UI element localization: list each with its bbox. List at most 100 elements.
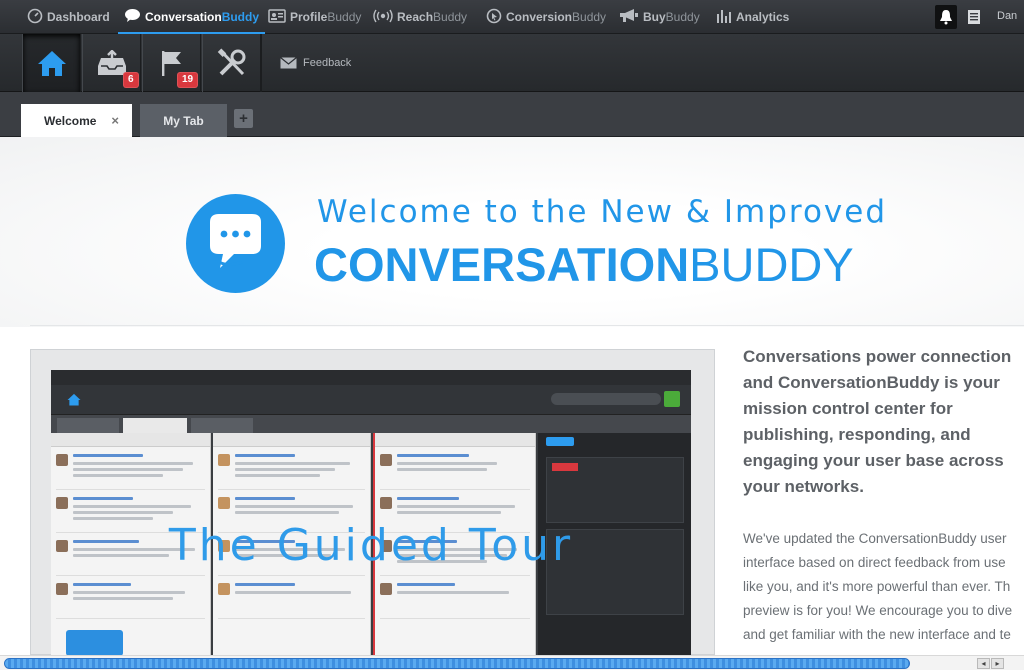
nav-label-bold: Reach xyxy=(397,10,434,24)
cursor-target-icon xyxy=(486,8,502,27)
tab-welcome[interactable]: Welcome × xyxy=(21,104,132,137)
preview-column-header xyxy=(51,433,210,447)
hero-brand-wordmark: CONVERSATIONBUDDY xyxy=(314,237,854,292)
preview-column-header xyxy=(213,433,370,447)
chat-bubble-icon xyxy=(124,8,141,26)
intro-lead-text: Conversations power connection and Conve… xyxy=(743,344,1024,500)
preview-post xyxy=(56,452,205,490)
nav-conversationbuddy[interactable]: Conversation Buddy xyxy=(117,0,266,34)
brand-light: BUDDY xyxy=(689,238,854,291)
preview-post xyxy=(218,581,365,619)
feedback-label: Feedback xyxy=(303,57,352,69)
brand-bold: CONVERSATION xyxy=(314,238,690,291)
lead-line: mission control center for xyxy=(743,399,953,418)
nav-label: Analytics xyxy=(736,10,790,24)
dashboard-icon xyxy=(27,8,43,27)
hero-divider xyxy=(30,325,1024,326)
tools-icon xyxy=(217,48,245,76)
nav-label-bold: Conversation xyxy=(145,10,222,24)
nav-label-lite: Buddy xyxy=(433,10,468,24)
toolbar-divider xyxy=(261,34,262,92)
welcome-content: Welcome to the New & Improved CONVERSATI… xyxy=(0,137,1024,655)
body-line: preview is for you! We encourage you to … xyxy=(743,603,1013,618)
nav-dashboard[interactable]: Dashboard xyxy=(27,0,110,34)
nav-reachbuddy[interactable]: Reach Buddy xyxy=(373,0,467,34)
notifications-button[interactable] xyxy=(935,5,957,29)
nav-label-lite: Buddy xyxy=(221,10,260,24)
guided-tour-title: The Guided Tour xyxy=(168,520,574,571)
close-icon[interactable]: × xyxy=(111,113,119,128)
bell-icon xyxy=(940,10,952,25)
inbox-count-badge: 6 xyxy=(123,72,139,88)
lead-line: publishing, responding, and xyxy=(743,425,971,444)
body-line: We've updated the ConversationBuddy user xyxy=(743,531,1007,546)
document-stack-icon xyxy=(968,10,980,24)
preview-tabs xyxy=(51,415,691,433)
preview-compose-button xyxy=(664,391,680,407)
user-menu[interactable]: Dan xyxy=(997,0,1017,34)
lead-line: engaging your user base across xyxy=(743,451,1004,470)
body-line: like you, and it's more powerful than ev… xyxy=(743,579,1011,594)
nav-label-bold: Buy xyxy=(643,10,666,24)
toolbar: 6 19 xyxy=(0,34,1024,92)
intro-body-text: We've updated the ConversationBuddy user… xyxy=(743,527,1024,647)
conversationbuddy-logo xyxy=(186,194,285,293)
hero-welcome-line: Welcome to the New & Improved xyxy=(317,194,887,230)
preview-tab xyxy=(191,418,253,433)
preview-tab-active xyxy=(123,418,187,433)
hero-banner xyxy=(0,137,1024,327)
nav-analytics[interactable]: Analytics xyxy=(716,0,789,34)
nav-profilebuddy[interactable]: Profile Buddy xyxy=(268,0,361,34)
preview-topnav xyxy=(51,370,691,385)
preview-home-icon xyxy=(67,393,81,406)
tab-my-tab-label: My Tab xyxy=(163,113,204,128)
preview-search-box xyxy=(551,393,661,405)
lead-line: your networks. xyxy=(743,477,864,496)
horizontal-scrollbar[interactable]: ◂ ▸ xyxy=(0,655,1024,670)
play-tour-button[interactable] xyxy=(66,630,123,655)
chat-logo-icon xyxy=(210,214,261,268)
tab-bar: Welcome × My Tab xyxy=(0,92,1024,137)
flagged-count-badge: 19 xyxy=(177,72,199,88)
tab-my-tab[interactable]: My Tab xyxy=(140,104,227,137)
nav-label-bold: Conversion xyxy=(506,10,573,24)
nav-label-lite: Buddy xyxy=(665,10,700,24)
scrollbar-thumb[interactable] xyxy=(4,658,910,669)
nav-conversionbuddy[interactable]: Conversion Buddy xyxy=(486,0,606,34)
flagged-button[interactable]: 19 xyxy=(142,34,201,92)
preview-post xyxy=(380,581,530,619)
home-button[interactable] xyxy=(22,34,81,92)
inbox-icon xyxy=(97,50,126,75)
tab-welcome-label: Welcome xyxy=(44,113,97,128)
scroll-right-arrow[interactable]: ▸ xyxy=(991,658,1004,669)
megaphone-icon xyxy=(619,8,639,27)
preview-post xyxy=(56,581,205,619)
lead-line: Conversations power connection xyxy=(743,347,1012,366)
nav-buybuddy[interactable]: Buy Buddy xyxy=(619,0,700,34)
add-tab-button[interactable]: + xyxy=(234,109,253,128)
tools-button[interactable] xyxy=(202,34,261,92)
inbox-button[interactable]: 6 xyxy=(82,34,141,92)
nav-label-lite: Buddy xyxy=(572,10,607,24)
guided-tour-preview: The Guided Tour xyxy=(30,349,715,655)
nav-label-bold: Profile xyxy=(290,10,328,24)
home-icon xyxy=(37,51,66,76)
preview-column-header xyxy=(375,433,535,447)
documents-button[interactable] xyxy=(966,9,982,30)
body-line: interface based on direct feedback from … xyxy=(743,555,1006,570)
body-line: and get familiar with the new interface … xyxy=(743,627,1011,642)
lead-line: and ConversationBuddy is your xyxy=(743,373,1000,392)
bar-chart-icon xyxy=(716,8,732,27)
nav-label: Dashboard xyxy=(47,10,110,24)
preview-toolbar xyxy=(51,385,691,415)
nav-label-lite: Buddy xyxy=(327,10,362,24)
broadcast-icon xyxy=(373,9,393,26)
profile-card-icon xyxy=(268,8,286,26)
scroll-left-arrow[interactable]: ◂ xyxy=(977,658,990,669)
feedback-link[interactable]: Feedback xyxy=(280,34,351,92)
top-nav: Dashboard Conversation Buddy Profile Buddy… xyxy=(0,0,1024,34)
envelope-icon xyxy=(280,57,297,69)
preview-tab xyxy=(57,418,119,433)
guided-tour-video[interactable]: The Guided Tour xyxy=(51,370,691,655)
preview-post xyxy=(380,452,530,490)
